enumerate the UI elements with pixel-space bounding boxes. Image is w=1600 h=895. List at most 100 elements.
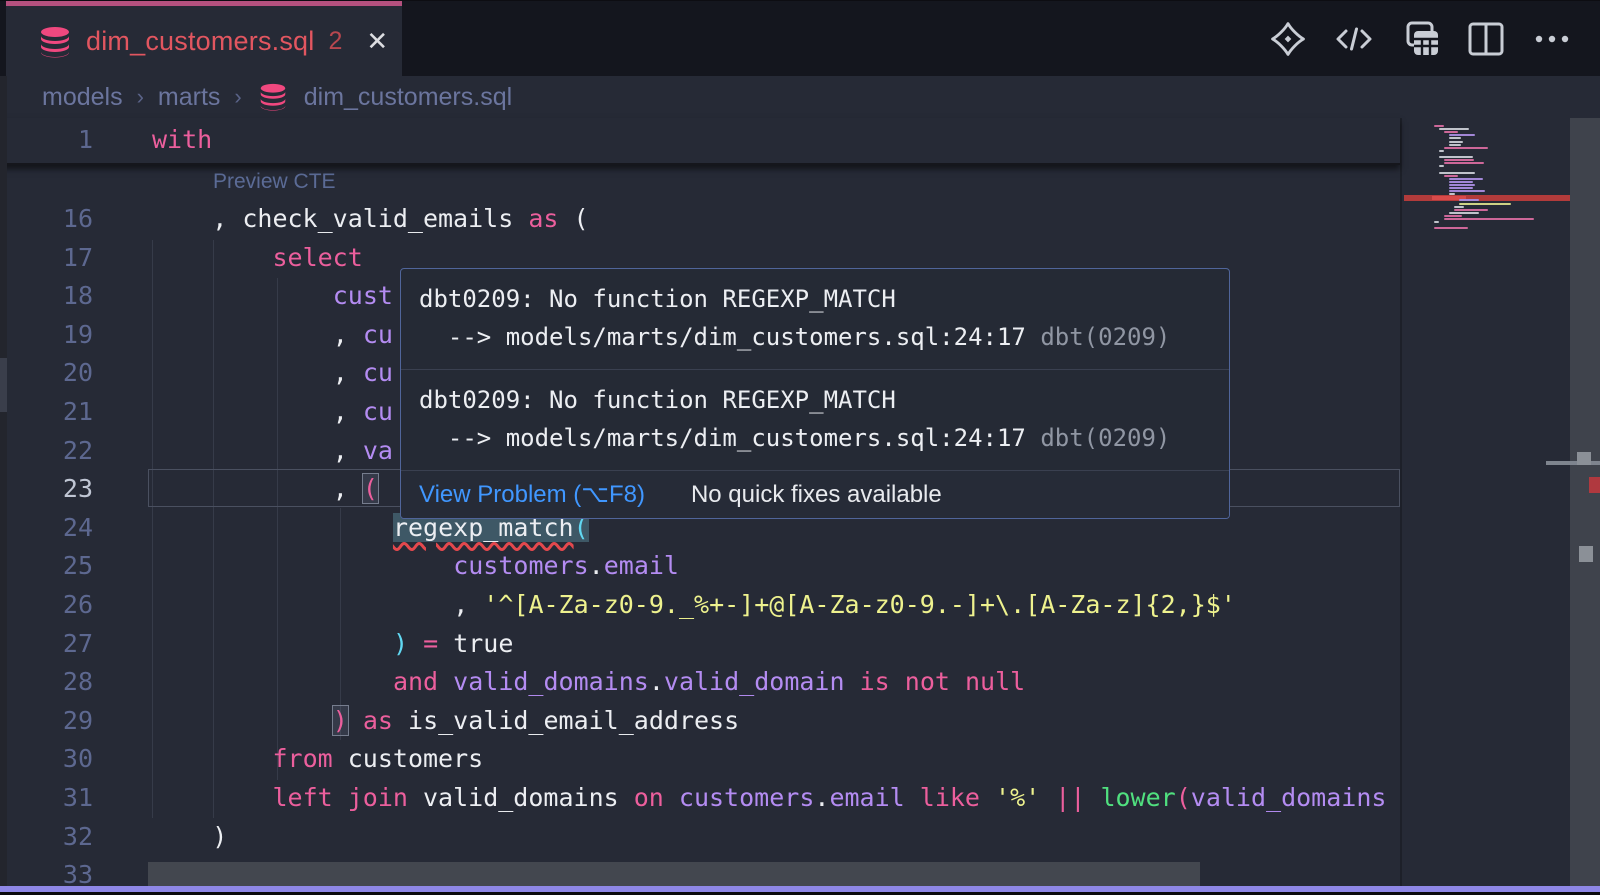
code-text: , cu — [333, 315, 393, 354]
view-problem-link[interactable]: View Problem (⌥F8) — [419, 480, 645, 509]
minimap-code-line — [1444, 147, 1488, 149]
sticky-scroll-line[interactable]: 1 with — [0, 118, 1400, 165]
minimap-code-line — [1449, 134, 1475, 136]
minimap-code-line — [1454, 206, 1464, 208]
minimap-code-line — [1439, 156, 1473, 158]
tab-dim-customers[interactable]: dim_customers.sql 2 ✕ — [6, 1, 402, 77]
problem-location: --> models/marts/dim_customers.sql:24:17 — [419, 424, 1040, 452]
problem-code: dbt(0209) — [1040, 323, 1170, 351]
minimap-code-line — [1449, 212, 1479, 214]
code-text: , cu — [333, 353, 393, 392]
code-text: , ( — [333, 469, 378, 508]
code-text: , '^[A-Za-z0-9._%+-]+@[A-Za-z0-9.-]+\.[A… — [453, 585, 1236, 624]
code-text: ) — [212, 817, 227, 856]
breadcrumb-file[interactable]: dim_customers.sql — [304, 83, 512, 112]
code-text: , cu — [333, 392, 393, 431]
line-number: 17 — [0, 238, 93, 277]
minimap-code-line — [1444, 218, 1534, 220]
left-edge-scroll-thumb — [0, 358, 7, 412]
line-number: 23 — [0, 469, 93, 508]
code-line-16[interactable]: 16 , check_valid_emails as ( — [0, 199, 1400, 238]
code-line-29[interactable]: 29) as is_valid_email_address — [0, 701, 1400, 740]
code-text: cust — [333, 276, 393, 315]
dbt-logo-icon[interactable] — [1268, 19, 1308, 59]
duplicate-table-icon[interactable] — [1400, 19, 1440, 59]
minimap-code-line — [1444, 215, 1462, 217]
line-number: 31 — [0, 778, 93, 817]
editor-window: dim_customers.sql 2 ✕ — [0, 0, 1600, 895]
code-line-30[interactable]: 30 from customers — [0, 739, 1400, 778]
breadcrumb-models[interactable]: models — [42, 83, 123, 112]
chevron-right-icon: › — [234, 84, 241, 110]
vertical-scrollbar[interactable] — [1570, 118, 1600, 888]
line-number: 29 — [0, 701, 93, 740]
split-editor-icon[interactable] — [1466, 19, 1506, 59]
breadcrumb: models › marts › dim_customers.sql — [0, 76, 1600, 118]
problem-code: dbt(0209) — [1040, 424, 1170, 452]
problem-hover-tooltip: dbt0209: No function REGEXP_MATCH --> mo… — [400, 268, 1230, 519]
minimap-code-line — [1449, 184, 1475, 186]
line-number: 28 — [0, 662, 93, 701]
close-icon[interactable]: ✕ — [366, 26, 388, 57]
minimap-code-line — [1449, 187, 1473, 189]
code-text: , check_valid_emails as ( — [212, 199, 588, 238]
editor-actions — [1268, 19, 1572, 59]
code-line-27[interactable]: 27 ) = true — [0, 624, 1400, 663]
minimap-code-line — [1439, 128, 1469, 130]
overview-ruler-marker — [1579, 546, 1593, 562]
code-text: , va — [333, 431, 393, 470]
horizontal-scrollbar[interactable] — [148, 862, 1200, 888]
minimap-code-line — [1459, 199, 1479, 201]
line-number: 30 — [0, 739, 93, 778]
code-line-31[interactable]: 31 left join valid_domains on customers.e… — [0, 778, 1400, 817]
code-line-26[interactable]: 26, '^[A-Za-z0-9._%+-]+@[A-Za-z0-9.-]+\.… — [0, 585, 1400, 624]
minimap-error-line — [1404, 195, 1570, 201]
line-number: 27 — [0, 624, 93, 663]
overview-ruler-cursor-marker — [1546, 461, 1600, 465]
minimap-code-line — [1434, 125, 1444, 127]
minimap-code-line — [1434, 227, 1468, 229]
minimap-code-line — [1439, 172, 1475, 174]
code-text: left join valid_domains on customers.ema… — [272, 778, 1386, 817]
code-line-25[interactable]: 25customers.email — [0, 546, 1400, 585]
problem-text: dbt0209: No function REGEXP_MATCH — [419, 386, 896, 414]
chevron-right-icon: › — [137, 84, 144, 110]
line-number: 25 — [0, 546, 93, 585]
line-number: 20 — [0, 353, 93, 392]
minimap-code-line — [1449, 141, 1463, 143]
tab-title: dim_customers.sql — [86, 26, 314, 57]
minimap-code-line — [1449, 190, 1485, 192]
left-edge-strip — [0, 76, 7, 886]
line-number: 21 — [0, 392, 93, 431]
tab-problem-count: 2 — [328, 27, 342, 56]
database-icon — [38, 26, 72, 58]
more-actions-icon[interactable] — [1532, 19, 1572, 59]
minimap-code-line — [1444, 175, 1458, 177]
overview-ruler-marker — [1577, 452, 1591, 465]
code-text: from customers — [272, 739, 483, 778]
breadcrumb-marts[interactable]: marts — [158, 83, 221, 112]
problem-location: --> models/marts/dim_customers.sql:24:17 — [419, 323, 1040, 351]
line-number: 24 — [0, 508, 93, 547]
code-icon[interactable] — [1334, 19, 1374, 59]
problem-message-1: dbt0209: No function REGEXP_MATCH --> mo… — [401, 269, 1229, 369]
code-text: select — [272, 238, 362, 277]
code-line-28[interactable]: 28and valid_domains.valid_domain is not … — [0, 662, 1400, 701]
minimap-code-line — [1449, 144, 1461, 146]
minimap-code-line — [1434, 221, 1439, 223]
minimap-code-line — [1444, 159, 1474, 161]
minimap-code-line — [1459, 203, 1511, 205]
minimap-code-line — [1444, 131, 1458, 133]
codelens-preview-cte[interactable]: Preview CTE — [213, 170, 336, 194]
line-number: 22 — [0, 431, 93, 470]
line-number: 16 — [0, 199, 93, 238]
database-icon — [258, 83, 288, 111]
problem-message-2: dbt0209: No function REGEXP_MATCH --> mo… — [401, 369, 1229, 470]
tooltip-footer: View Problem (⌥F8) No quick fixes availa… — [401, 470, 1229, 518]
minimap-code-line — [1439, 165, 1444, 167]
minimap-code-line — [1444, 162, 1484, 164]
tab-bar: dim_customers.sql 2 ✕ — [0, 0, 1600, 76]
code-text: ) = true — [393, 624, 513, 663]
code-line-32[interactable]: 32) — [0, 817, 1400, 856]
minimap[interactable] — [1402, 118, 1570, 895]
